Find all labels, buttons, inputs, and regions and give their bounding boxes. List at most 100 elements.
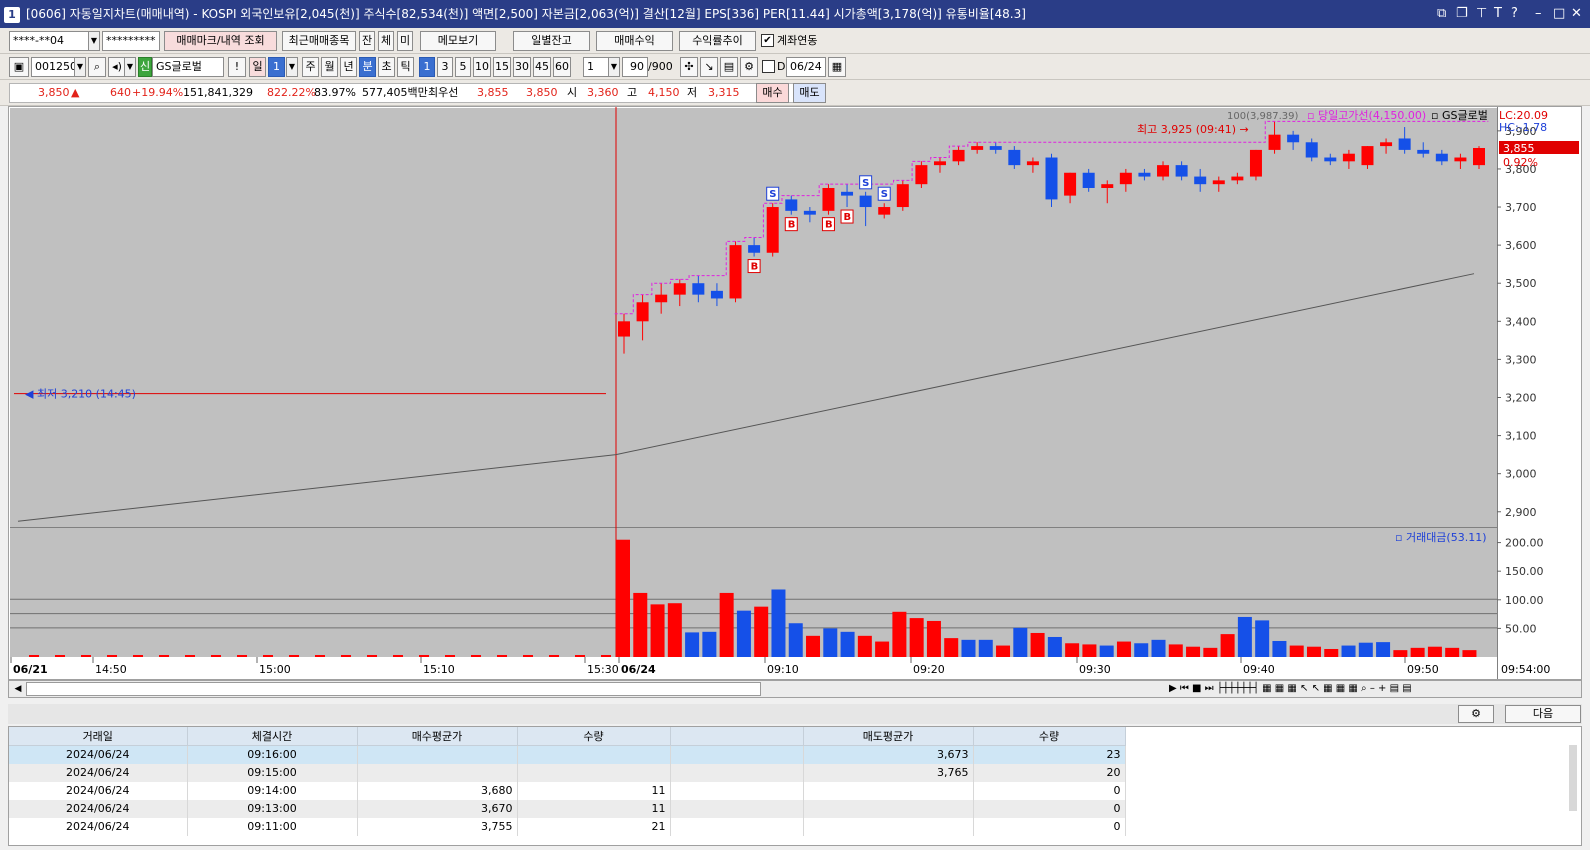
interval-button[interactable]: 1: [419, 57, 435, 77]
col-exec-time[interactable]: 체결시간: [187, 727, 358, 746]
save-icon[interactable]: ▤: [720, 57, 738, 77]
change-percent: +19.94%: [132, 86, 184, 99]
memo-button[interactable]: 메모보기: [420, 31, 496, 51]
volume-bar-small: [393, 655, 403, 657]
chart-area[interactable]: 3,900 3,800 3,700 3,600 3,500 3,400 3,300 3,200…: [8, 106, 1582, 680]
draw-icon[interactable]: ↘: [700, 57, 718, 77]
interval-input[interactable]: 1: [583, 57, 609, 77]
chevron-down-icon[interactable]: ▼: [88, 31, 100, 51]
table-cell: 09:15:00: [187, 763, 358, 782]
trade-profit-button[interactable]: 매매수익: [596, 31, 673, 51]
table-row[interactable]: 2024/06/24 09:11:00 3,755 21 0: [9, 817, 1126, 836]
period-day-button[interactable]: 일: [249, 57, 266, 77]
chevron-down-icon[interactable]: ▼: [124, 57, 136, 77]
period-button[interactable]: 틱: [397, 57, 414, 77]
period-button[interactable]: 주: [302, 57, 319, 77]
interval-button[interactable]: 30: [513, 57, 531, 77]
day-count-field[interactable]: 1: [268, 57, 285, 77]
recent-stocks-button[interactable]: 최근매매종목: [282, 31, 356, 51]
pin-icon[interactable]: ⊤: [1476, 0, 1487, 28]
password-field[interactable]: *********: [102, 31, 160, 51]
candle-body: [1249, 149, 1262, 177]
interval-button[interactable]: 5: [455, 57, 471, 77]
maximize-icon[interactable]: □: [1553, 0, 1565, 28]
gear-icon[interactable]: ⚙: [740, 57, 758, 77]
volume-bar: [1289, 645, 1304, 657]
table-row[interactable]: 2024/06/24 09:15:00 3,765 20: [9, 763, 1126, 782]
table-row[interactable]: 2024/06/24 09:16:00 3,673 23: [9, 745, 1126, 764]
period-button[interactable]: 월: [321, 57, 338, 77]
stock-name-field[interactable]: GS글로벌: [152, 57, 224, 77]
period-button[interactable]: 초: [378, 57, 395, 77]
period-button[interactable]: 년: [340, 57, 357, 77]
col-buy-qty[interactable]: 수량: [517, 727, 671, 746]
interval-button[interactable]: 3: [437, 57, 453, 77]
account-select[interactable]: ****-**04: [9, 31, 89, 51]
date-checkbox[interactable]: [762, 60, 775, 73]
trade-history-panel: 거래일 체결시간 매수평균가 수량 매도평균가 수량 2024/06/24 09:…: [8, 726, 1582, 846]
volume-bar: [1462, 650, 1477, 657]
chevron-down-icon[interactable]: ▼: [608, 57, 620, 77]
col-buy-avg[interactable]: 매수평균가: [357, 727, 518, 746]
minimize-icon[interactable]: –: [1535, 0, 1542, 28]
stock-code-input[interactable]: 001250: [31, 57, 75, 77]
volume-bar-small: [211, 655, 221, 657]
interval-button[interactable]: 45: [533, 57, 551, 77]
search-icon[interactable]: ⌕: [88, 57, 106, 77]
period-button[interactable]: 분: [359, 57, 376, 77]
chevron-down-icon[interactable]: ▼: [74, 57, 86, 77]
playback-controls[interactable]: ▶ ⏮ ■ ⏭ ├┼┼┼┼┼┤ ▦ ▦ ▦ ↖ ↖ ▦ ▦ ▦ ⌕ – + ▤ …: [1169, 681, 1412, 697]
interval-button[interactable]: 60: [553, 57, 571, 77]
candle-body: [971, 146, 984, 150]
table-cell: 09:16:00: [187, 745, 358, 764]
candle-body: [636, 302, 649, 322]
volume-bar: [650, 604, 665, 657]
link-icon[interactable]: ⧉: [1437, 0, 1446, 28]
gear-icon[interactable]: ⚙: [1458, 705, 1494, 723]
x-tick-label: 14:50: [95, 663, 127, 676]
copy-icon[interactable]: ❐: [1456, 0, 1468, 28]
table-cell: 3,673: [803, 745, 974, 764]
scroll-left-icon[interactable]: ◀: [11, 682, 25, 696]
candle-body: [1175, 165, 1188, 177]
col-sell-avg[interactable]: 매도평균가: [803, 727, 974, 746]
buy-button[interactable]: 매수: [756, 83, 789, 103]
volume-bar: [1358, 642, 1373, 657]
table-row[interactable]: 2024/06/24 09:14:00 3,680 11 0: [9, 781, 1126, 800]
window-icon[interactable]: ▣: [9, 57, 29, 77]
sell-button[interactable]: 매도: [793, 83, 826, 103]
vertical-scrollbar[interactable]: [1569, 745, 1577, 811]
help-icon[interactable]: ?: [1511, 0, 1518, 28]
col-sell-qty[interactable]: 수량: [973, 727, 1126, 746]
close-icon[interactable]: ✕: [1571, 0, 1582, 28]
unfilled-button[interactable]: 미: [397, 31, 413, 51]
candle-body: [1157, 165, 1170, 177]
interval-button[interactable]: 15: [493, 57, 511, 77]
candlestick-chart[interactable]: 3,9003,8003,7003,6003,5003,4003,3003,200…: [9, 107, 1581, 679]
volume-tick-label: 50.00: [1505, 622, 1537, 635]
candle-body: [1026, 161, 1039, 166]
alert-button[interactable]: !: [228, 57, 246, 77]
balance-button[interactable]: 잔: [359, 31, 375, 51]
date-input[interactable]: 06/24: [786, 57, 826, 77]
filled-button[interactable]: 체: [378, 31, 394, 51]
chevron-down-icon[interactable]: ▼: [286, 57, 298, 77]
interval-button[interactable]: 10: [473, 57, 491, 77]
scrollbar-thumb[interactable]: [26, 682, 761, 696]
col-trade-date[interactable]: 거래일: [9, 727, 188, 746]
volume-bar-small: [575, 655, 585, 657]
next-button[interactable]: 다음: [1505, 705, 1581, 723]
table-row[interactable]: 2024/06/24 09:13:00 3,670 11 0: [9, 799, 1126, 818]
chart-toolbar: ▣ 001250 ▼ ⌕ ◂) ▼ 신 GS글로벌 ! 일 1 ▼ 주월년분초틱…: [0, 54, 1590, 80]
daily-balance-button[interactable]: 일별잔고: [513, 31, 590, 51]
crosshair-icon[interactable]: ✣: [680, 57, 698, 77]
price-tick-label: 3,700: [1505, 201, 1537, 214]
mark-history-button[interactable]: 매매마크/내역 조회: [164, 31, 277, 51]
font-icon[interactable]: T: [1494, 0, 1502, 28]
calendar-icon[interactable]: ▦: [828, 57, 846, 77]
count-input[interactable]: 90: [622, 57, 648, 77]
profit-trend-button[interactable]: 수익률추이: [679, 31, 756, 51]
candle-body: [1324, 157, 1337, 162]
volume-bar: [1134, 643, 1149, 657]
account-link-checkbox[interactable]: ✔: [761, 34, 774, 47]
